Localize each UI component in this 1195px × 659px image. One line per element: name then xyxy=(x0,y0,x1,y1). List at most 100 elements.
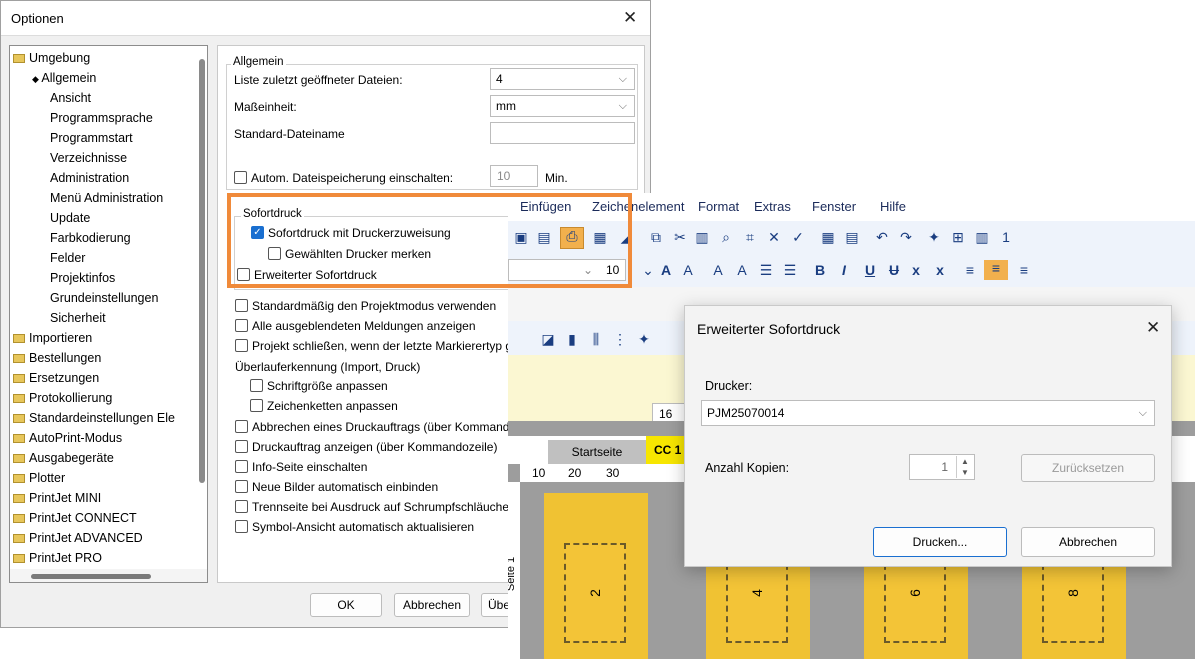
format-icon[interactable]: ⌗ xyxy=(742,229,758,245)
option-0-checkbox[interactable] xyxy=(235,299,248,312)
redo-icon[interactable]: ↷ xyxy=(898,229,914,245)
char-spacing-2-icon[interactable]: A xyxy=(734,262,750,278)
tree-folder-item[interactable]: Ersetzungen xyxy=(13,368,99,388)
tree-item[interactable]: Programmsprache xyxy=(50,108,153,128)
tree-folder-item[interactable]: Ausgabegeräte xyxy=(13,448,114,468)
close-icon[interactable]: ✕ xyxy=(1146,319,1160,336)
tree-folder-item[interactable]: Standardeinstellungen Ele xyxy=(13,408,175,428)
tree-item[interactable]: Menü Administration xyxy=(50,188,163,208)
menu-item[interactable]: Fenster xyxy=(812,199,856,214)
tree-item[interactable]: Programmstart xyxy=(50,128,133,148)
option2-4-checkbox[interactable] xyxy=(235,500,248,513)
tree-item[interactable]: Projektinfos xyxy=(50,268,115,288)
grid-icon[interactable]: ▦ xyxy=(820,229,836,245)
barcode-2-icon[interactable]: ⫼ xyxy=(588,331,604,347)
ok-button[interactable]: OK xyxy=(310,593,382,617)
barcode-icon[interactable]: ▮ xyxy=(564,331,580,347)
unit-combo[interactable]: mm ⌵ xyxy=(490,95,635,117)
option-1-checkbox[interactable] xyxy=(235,319,248,332)
print-button[interactable]: Drucken... xyxy=(873,527,1007,557)
serial-icon[interactable]: ⋮ xyxy=(612,331,628,347)
recent-files-combo[interactable]: 4 ⌵ xyxy=(490,68,635,90)
tree-folder-item[interactable]: Plotter xyxy=(13,468,65,488)
search-icon[interactable]: ⌕ xyxy=(718,229,734,245)
tree-item[interactable]: Felder xyxy=(50,248,85,268)
option2-1-checkbox[interactable] xyxy=(235,440,248,453)
menu-item[interactable]: Hilfe xyxy=(880,199,906,214)
paste-icon[interactable]: ▥ xyxy=(694,229,710,245)
close-icon[interactable]: ✕ xyxy=(623,9,637,26)
option2-5-checkbox[interactable] xyxy=(235,520,248,533)
autosave-checkbox[interactable] xyxy=(234,171,247,184)
undo-icon[interactable]: ↶ xyxy=(874,229,890,245)
copies-value: 1 xyxy=(941,460,948,474)
shrink-font-icon[interactable]: A xyxy=(680,262,696,278)
tree-item[interactable]: ◆ Allgemein xyxy=(32,68,96,88)
tree-vertical-scrollbar[interactable] xyxy=(199,59,205,483)
tree-folder-item[interactable]: PrintJet MINI xyxy=(13,488,101,508)
option2-2-checkbox[interactable] xyxy=(235,460,248,473)
grow-font-icon[interactable]: A xyxy=(658,262,674,278)
overflow-option-1-checkbox[interactable] xyxy=(250,399,263,412)
menu-item[interactable]: Extras xyxy=(754,199,791,214)
label-cell[interactable]: 2 xyxy=(564,543,626,643)
menu-item[interactable]: Format xyxy=(698,199,739,214)
cancel-button[interactable]: Abbrechen xyxy=(394,593,470,617)
columns-icon[interactable]: ▥ xyxy=(974,229,990,245)
char-spacing-icon[interactable]: A xyxy=(710,262,726,278)
tree-item[interactable]: Ansicht xyxy=(50,88,91,108)
layout-icon[interactable]: ▤ xyxy=(844,229,860,245)
tree-folder-item[interactable]: Importieren xyxy=(13,328,92,348)
tree-item[interactable]: Verzeichnisse xyxy=(50,148,127,168)
option-2-checkbox[interactable] xyxy=(235,339,248,352)
tree-item[interactable]: Administration xyxy=(50,168,129,188)
wizard-icon[interactable]: ✦ xyxy=(926,229,942,245)
stepper-arrows-icon[interactable]: ▲ ▼ xyxy=(956,456,973,478)
line-spacing-icon[interactable]: ☰ xyxy=(758,262,774,278)
symbol-icon[interactable]: ✦ xyxy=(636,331,652,347)
underline-icon[interactable]: U xyxy=(862,262,878,278)
option2-0-checkbox[interactable] xyxy=(235,420,248,433)
tree-item-label: PrintJet CONNECT xyxy=(29,511,137,525)
tree-horizontal-scrollbar[interactable] xyxy=(31,574,151,579)
list-icon[interactable]: ☰ xyxy=(782,262,798,278)
tree-folder-item[interactable]: Bestellungen xyxy=(13,348,101,368)
tree-folder-item[interactable]: Umgebung xyxy=(13,48,90,68)
default-filename-input[interactable] xyxy=(490,122,635,144)
option2-3-checkbox[interactable] xyxy=(235,480,248,493)
tree-folder-item[interactable]: PrintJet PRO xyxy=(13,548,102,568)
insert-icon[interactable]: ⊞ xyxy=(950,229,966,245)
chevron-down-icon[interactable]: ⌄ xyxy=(640,262,656,278)
tree-item[interactable]: Grundeinstellungen xyxy=(50,288,158,308)
printer-combo[interactable]: PJM25070014 ⌵ xyxy=(701,400,1155,426)
tree-folder-item[interactable]: Protokollierung xyxy=(13,388,112,408)
align-center-icon[interactable]: ≡ xyxy=(984,260,1008,280)
tree-folder-item[interactable]: PrintJet CONNECT xyxy=(13,508,137,528)
overflow-option-0-checkbox[interactable] xyxy=(250,379,263,392)
image-icon[interactable]: ◪ xyxy=(540,331,556,347)
strikethrough-icon[interactable]: U xyxy=(886,262,902,278)
option2-1-label: Druckauftrag anzeigen (über Kommandozeil… xyxy=(252,440,498,454)
superscript-icon[interactable]: x xyxy=(932,262,948,278)
tree-item[interactable]: Update xyxy=(50,208,90,228)
copy-icon[interactable]: ⧉ xyxy=(648,229,664,245)
tree-folder-item[interactable]: AutoPrint-Modus xyxy=(13,428,122,448)
tab-startseite[interactable]: Startseite xyxy=(548,440,646,464)
brush-icon[interactable]: ✓ xyxy=(790,229,806,245)
align-right-icon[interactable]: ≡ xyxy=(1016,262,1032,278)
bold-icon[interactable]: B xyxy=(812,262,828,278)
cancel-print-button[interactable]: Abbrechen xyxy=(1021,527,1155,557)
reset-button[interactable]: Zurücksetzen xyxy=(1021,454,1155,482)
tree-item-label: Allgemein xyxy=(41,71,97,85)
cut-icon[interactable]: ✂ xyxy=(672,229,688,245)
tree-item[interactable]: Sicherheit xyxy=(50,308,106,328)
tab-cc1[interactable]: CC 1 xyxy=(646,436,686,464)
italic-icon[interactable]: I xyxy=(836,262,852,278)
autosave-minutes-input[interactable]: 10 xyxy=(490,165,538,187)
label-cell-number: 2 xyxy=(586,589,603,597)
tree-folder-item[interactable]: PrintJet ADVANCED xyxy=(13,528,143,548)
align-left-icon[interactable]: ≡ xyxy=(962,262,978,278)
tree-item[interactable]: Farbkodierung xyxy=(50,228,131,248)
subscript-icon[interactable]: x xyxy=(908,262,924,278)
delete-icon[interactable]: ✕ xyxy=(766,229,782,245)
